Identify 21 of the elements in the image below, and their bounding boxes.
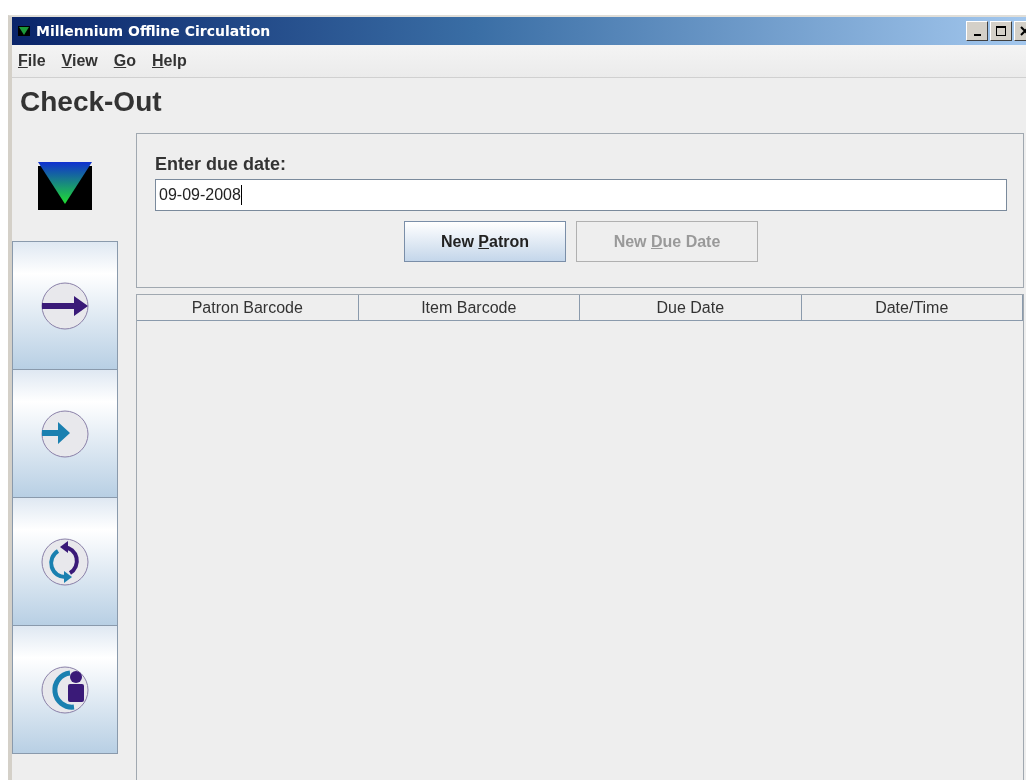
menu-item[interactable]: File — [18, 52, 46, 70]
menu-item[interactable]: Go — [113, 52, 136, 70]
field-label: Enter due date: — [155, 154, 288, 175]
sidebar-button[interactable] — [12, 241, 118, 370]
refresh-icon — [40, 536, 90, 587]
due-date-field[interactable]: 09-09-2008 — [155, 179, 1007, 211]
sidebar-button[interactable] — [12, 625, 118, 754]
arrow-right-icon — [40, 408, 90, 459]
arrow-right-icon — [40, 280, 90, 331]
maximize-icon — [995, 25, 1007, 37]
menu-item[interactable]: Help — [152, 52, 187, 70]
maximize-button[interactable] — [990, 21, 1012, 41]
logo-icon — [38, 162, 92, 210]
page-title: Check-Out — [19, 85, 163, 119]
person-icon — [40, 664, 90, 715]
window-title: Millennium Offline Circulation — [36, 23, 271, 39]
minimize-icon — [973, 34, 981, 36]
minimize-button[interactable] — [966, 21, 988, 41]
menu-item[interactable]: View — [61, 52, 98, 70]
app-logo-icon — [18, 26, 30, 36]
action-button[interactable]: New Patron — [404, 221, 566, 262]
